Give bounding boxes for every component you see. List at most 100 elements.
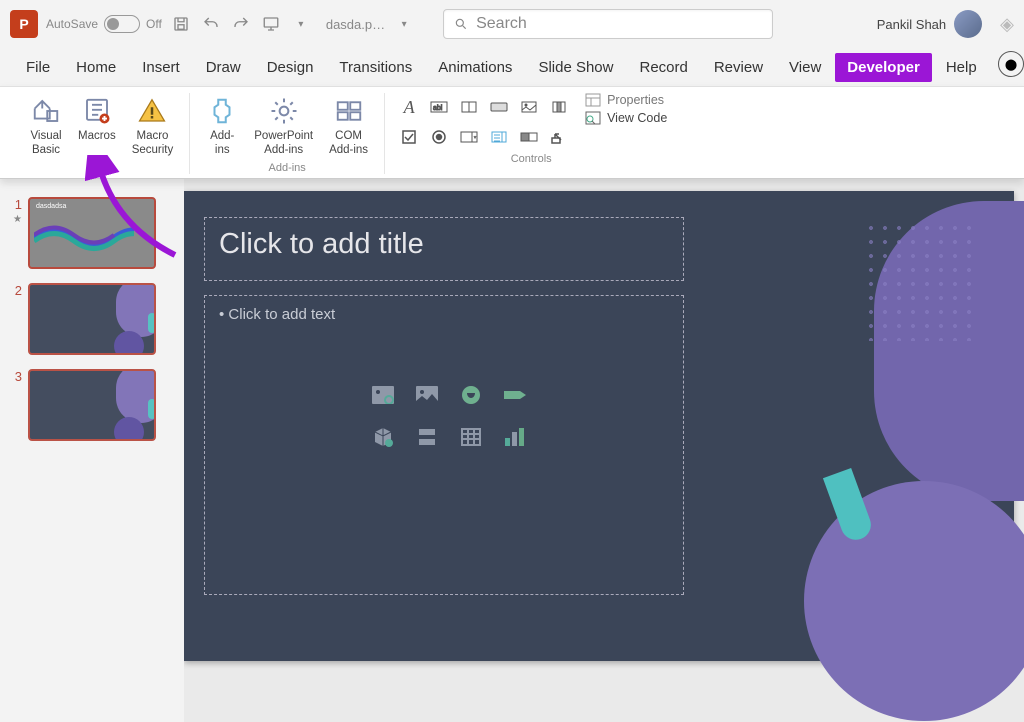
ribbon-group-controls: A abl Properties Vi: [385, 93, 677, 174]
thumbnail-row: 3: [10, 369, 174, 441]
powerpoint-app-icon: P: [10, 10, 38, 38]
macros-button[interactable]: Macros: [72, 93, 122, 145]
developer-ribbon: Visual Basic Macros Macro Security Code …: [0, 86, 1024, 179]
tab-insert[interactable]: Insert: [130, 53, 192, 82]
qat-dropdown-icon[interactable]: ▾: [290, 13, 312, 35]
animation-star-icon: ★: [13, 214, 22, 225]
macros-label: Macros: [78, 129, 116, 143]
autosave-state: Off: [146, 17, 162, 31]
diamond-icon[interactable]: ◈: [1000, 14, 1014, 35]
insert-picture-icon[interactable]: [414, 384, 440, 406]
macros-icon: [81, 95, 113, 127]
text-placeholder: • Click to add text: [219, 306, 669, 323]
insert-chart-icon[interactable]: [502, 426, 528, 448]
filename-label[interactable]: dasda.p…: [326, 17, 385, 32]
ppt-addins-label: PowerPoint Add-ins: [254, 129, 313, 158]
tab-help[interactable]: Help: [934, 53, 989, 82]
addins-label: Add- ins: [210, 129, 234, 158]
search-input[interactable]: Search: [443, 9, 773, 39]
undo-icon[interactable]: [200, 13, 222, 35]
control-commandbutton-icon[interactable]: [485, 93, 513, 121]
tab-file[interactable]: File: [14, 53, 62, 82]
properties-button[interactable]: Properties: [585, 93, 667, 107]
autosave-label: AutoSave: [46, 17, 98, 31]
control-spinbutton-icon[interactable]: [455, 93, 483, 121]
search-placeholder: Search: [476, 15, 527, 33]
insert-smartart-icon[interactable]: [502, 384, 528, 406]
filename-dropdown-icon[interactable]: ▾: [393, 13, 415, 35]
tab-slideshow[interactable]: Slide Show: [526, 53, 625, 82]
control-option-icon[interactable]: [425, 123, 453, 151]
control-more-icon[interactable]: [545, 123, 573, 151]
control-checkbox-icon[interactable]: [395, 123, 423, 151]
control-listbox-icon[interactable]: [485, 123, 513, 151]
view-code-button[interactable]: View Code: [585, 111, 667, 125]
redo-icon[interactable]: [230, 13, 252, 35]
com-addins-button[interactable]: COM Add-ins: [323, 93, 374, 160]
insert-video-icon[interactable]: [414, 426, 440, 448]
search-icon: [454, 17, 468, 31]
view-code-label: View Code: [607, 111, 667, 125]
control-label-icon[interactable]: A: [395, 93, 423, 121]
slide-canvas[interactable]: Click to add title • Click to add text: [184, 191, 1014, 661]
control-image-icon[interactable]: [515, 93, 543, 121]
main-area: 1 ★ dasdadsa 2 3 Click to: [0, 179, 1024, 722]
insert-3dmodel-icon[interactable]: [370, 426, 396, 448]
tab-transitions[interactable]: Transitions: [327, 53, 424, 82]
tab-animations[interactable]: Animations: [426, 53, 524, 82]
title-placeholder[interactable]: Click to add title: [204, 217, 684, 281]
tab-design[interactable]: Design: [255, 53, 326, 82]
slide-number-2: 2: [10, 283, 22, 355]
thumbnail-row: 1 ★ dasdadsa: [10, 197, 174, 269]
macro-security-icon: [136, 95, 168, 127]
visual-basic-button[interactable]: Visual Basic: [24, 93, 68, 160]
addins-button[interactable]: Add- ins: [200, 93, 244, 160]
tab-view[interactable]: View: [777, 53, 833, 82]
slide-thumbnail-2[interactable]: [28, 283, 156, 355]
slide-thumbnail-1[interactable]: dasdadsa: [28, 197, 156, 269]
slide-number-1: 1: [10, 197, 22, 212]
macro-security-button[interactable]: Macro Security: [126, 93, 180, 160]
tab-record[interactable]: Record: [627, 53, 699, 82]
slide-editor[interactable]: Click to add title • Click to add text: [184, 179, 1024, 722]
addins-group-label: Add-ins: [269, 162, 306, 174]
macro-security-label: Macro Security: [132, 129, 174, 158]
properties-icon: [585, 93, 601, 107]
controls-gallery: A abl: [395, 93, 573, 151]
toggle-switch-icon[interactable]: [104, 15, 140, 33]
present-icon[interactable]: [260, 13, 282, 35]
ppt-addins-button[interactable]: PowerPoint Add-ins: [248, 93, 319, 160]
share-button-icon[interactable]: ⬤: [998, 51, 1024, 77]
control-scrollbar-icon[interactable]: [545, 93, 573, 121]
user-account[interactable]: Pankil Shah: [877, 10, 982, 38]
com-addins-label: COM Add-ins: [329, 129, 368, 158]
control-toggle-icon[interactable]: [515, 123, 543, 151]
ribbon-tabs: File Home Insert Draw Design Transitions…: [0, 48, 1024, 86]
ppt-addins-icon: [268, 95, 300, 127]
content-placeholder[interactable]: • Click to add text: [204, 295, 684, 595]
tab-developer[interactable]: Developer: [835, 53, 932, 82]
save-icon[interactable]: [170, 13, 192, 35]
insert-table-icon[interactable]: [458, 426, 484, 448]
code-group-label: Code: [88, 162, 114, 174]
avatar: [954, 10, 982, 38]
insert-stock-image-icon[interactable]: [370, 384, 396, 406]
tab-review[interactable]: Review: [702, 53, 775, 82]
svg-text:abl: abl: [433, 105, 443, 112]
insert-icon-icon[interactable]: [458, 384, 484, 406]
content-insert-icons: [370, 384, 540, 456]
ribbon-group-code: Visual Basic Macros Macro Security Code: [14, 93, 190, 174]
tab-draw[interactable]: Draw: [194, 53, 253, 82]
wave-graphic-icon: [34, 223, 134, 253]
decorative-dots: [864, 221, 974, 341]
autosave-toggle[interactable]: AutoSave Off: [46, 15, 162, 33]
control-textbox-icon[interactable]: abl: [425, 93, 453, 121]
slide-number-3: 3: [10, 369, 22, 441]
slide-thumbnail-3[interactable]: [28, 369, 156, 441]
addins-icon: [206, 95, 238, 127]
controls-group-label: Controls: [511, 153, 552, 165]
visual-basic-icon: [30, 95, 62, 127]
control-combobox-icon[interactable]: [455, 123, 483, 151]
tab-home[interactable]: Home: [64, 53, 128, 82]
thumbnail-row: 2: [10, 283, 174, 355]
